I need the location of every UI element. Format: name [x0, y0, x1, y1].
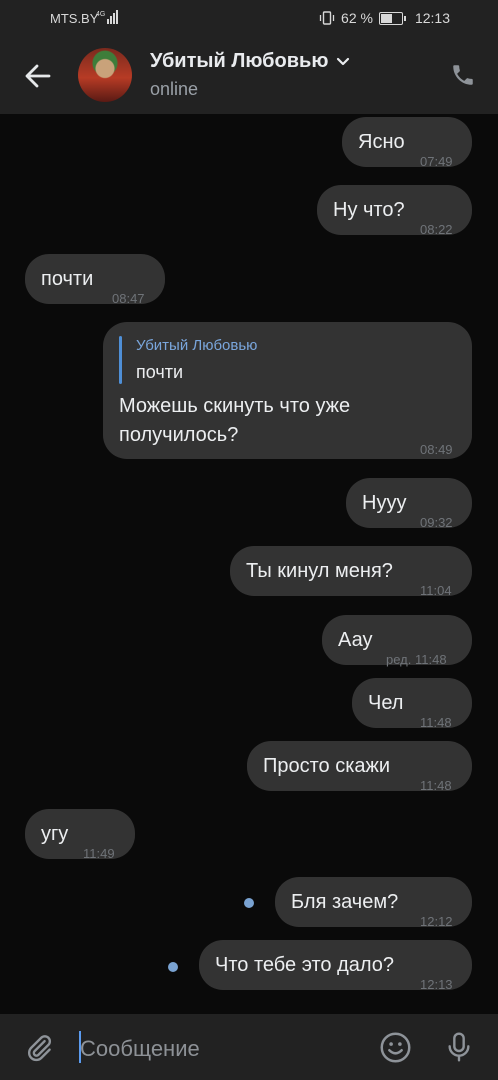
avatar[interactable] — [78, 48, 132, 102]
vibrate-icon — [319, 11, 335, 25]
contact-name: Убитый Любовью — [150, 50, 329, 72]
message-time: 11:48 — [420, 778, 452, 793]
message-bubble[interactable]: Бля зачем? 12:12 — [275, 877, 472, 929]
smile-icon[interactable] — [379, 1031, 412, 1064]
network-type: 4G — [96, 11, 105, 18]
message-time: 08:47 — [112, 291, 145, 306]
message-composer: Сообщение — [0, 1014, 498, 1080]
message-text: Ты кинул меня? — [246, 560, 393, 582]
message-time: 09:32 — [420, 515, 453, 530]
message-time: 11:04 — [420, 583, 452, 598]
signal-icon: 4G — [96, 9, 122, 25]
message-time: 08:22 — [420, 222, 453, 237]
message-bubble[interactable]: Аау ред. 11:48 — [322, 615, 472, 667]
message-time: 07:49 — [420, 154, 453, 169]
clock: 12:13 — [414, 10, 450, 26]
message-bubble[interactable]: Нууу 09:32 — [346, 478, 472, 530]
message-text: Просто скажи — [263, 755, 391, 777]
chevron-down-icon — [336, 57, 350, 67]
message-text: Ясно — [358, 131, 405, 153]
message-text-line-1: Можешь скинуть что уже — [119, 395, 351, 417]
battery-percent: 62 % — [341, 10, 373, 26]
reply-text: почти — [136, 362, 184, 382]
message-text: Аау — [338, 629, 373, 651]
message-text: угу — [41, 823, 69, 845]
message-time: 12:12 — [420, 914, 453, 929]
message-time: 11:48 — [420, 715, 452, 730]
chat-header: Убитый Любовью online — [0, 36, 498, 114]
message-time: 08:49 — [420, 442, 453, 457]
paperclip-icon[interactable] — [24, 1032, 54, 1064]
message-text-line-2: получилось? — [119, 424, 239, 446]
message-bubble-with-reply[interactable]: Убитый Любовью почти Можешь скинуть что … — [103, 322, 472, 459]
message-bubble[interactable]: Что тебе это дало? 12:13 — [199, 940, 472, 992]
message-text: Ну что? — [333, 199, 405, 221]
message-bubble[interactable]: Ну что? 08:22 — [317, 185, 472, 237]
message-bubble[interactable]: угу 11:49 — [25, 809, 135, 861]
message-text: почти — [41, 268, 94, 290]
message-input[interactable]: Сообщение — [80, 1036, 200, 1062]
status-bar: MTS.BY 4G 62 % 12:13 — [0, 0, 498, 36]
message-text: Бля зачем? — [291, 891, 399, 913]
contact-status: online — [150, 79, 199, 99]
phone-icon[interactable] — [450, 62, 476, 88]
carrier-name: MTS.BY — [50, 11, 99, 26]
unread-indicator — [168, 962, 178, 972]
message-time: 11:49 — [83, 846, 115, 861]
message-text: Что тебе это дало? — [215, 954, 395, 976]
message-bubble[interactable]: Ясно 07:49 — [342, 117, 472, 169]
message-list[interactable]: Ясно 07:49 Ну что? 08:22 почти 08:47 Уби… — [0, 114, 498, 1014]
message-text: Чел — [368, 692, 404, 714]
message-bubble[interactable]: почти 08:47 — [25, 254, 165, 306]
message-bubble[interactable]: Ты кинул меня? 11:04 — [230, 546, 472, 598]
message-time: ред. 11:48 — [386, 652, 447, 667]
chat-title[interactable]: Убитый Любовью — [150, 50, 350, 73]
microphone-icon[interactable] — [443, 1030, 475, 1064]
message-bubble[interactable]: Просто скажи 11:48 — [247, 741, 472, 793]
message-text: Нууу — [362, 492, 407, 514]
reply-quote-bar — [119, 336, 122, 384]
battery-icon — [378, 11, 406, 25]
arrow-left-icon[interactable] — [24, 62, 52, 90]
message-bubble[interactable]: Чел 11:48 — [352, 678, 472, 730]
unread-indicator — [244, 898, 254, 908]
message-time: 12:13 — [420, 977, 453, 992]
